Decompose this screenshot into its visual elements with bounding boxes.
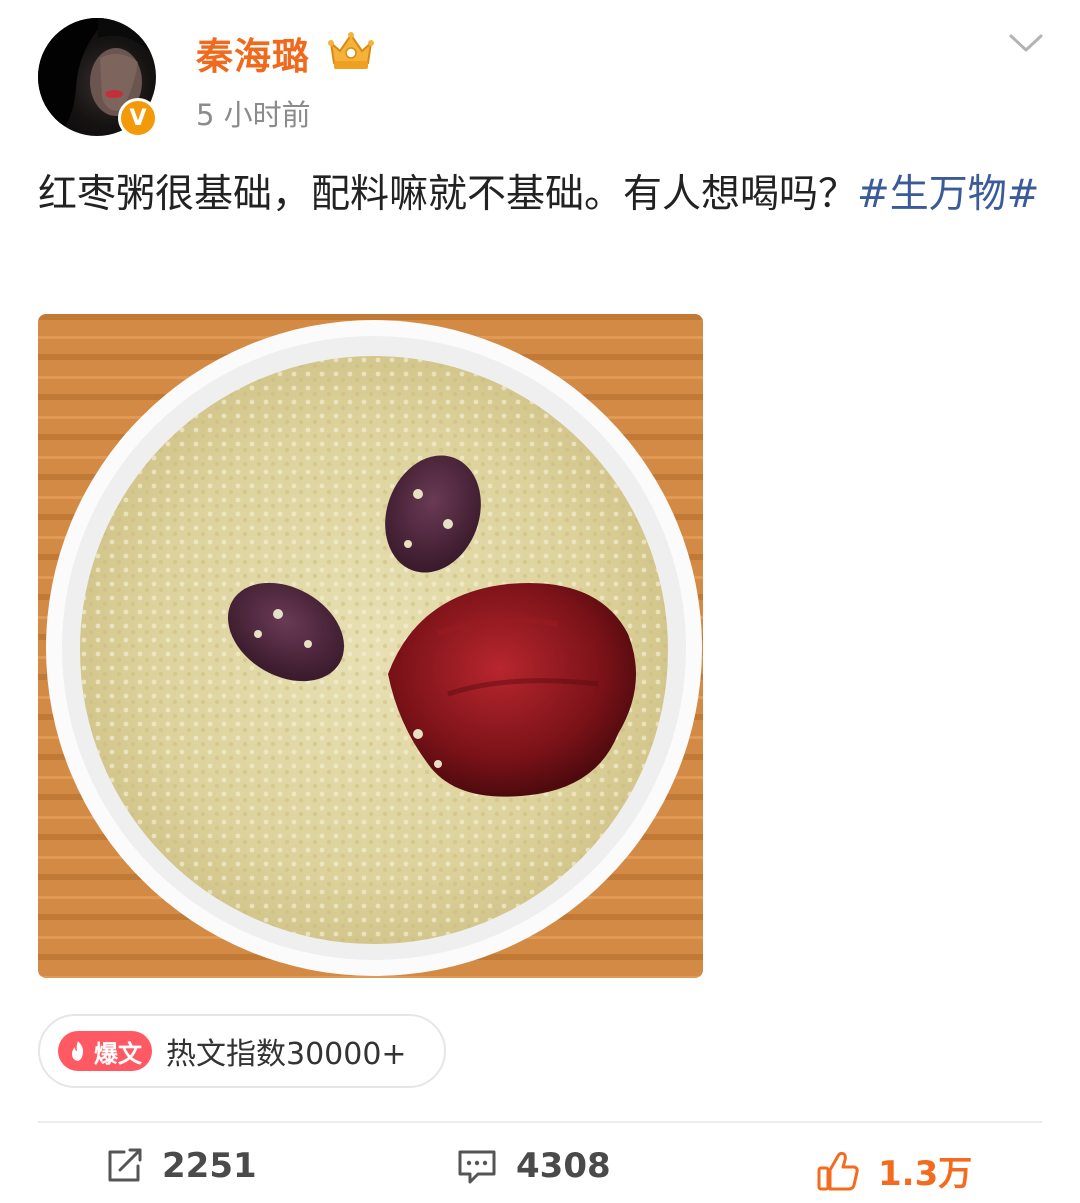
flame-icon bbox=[72, 1041, 84, 1061]
hashtag-link[interactable]: #生万物# bbox=[857, 172, 1039, 217]
chevron-down-icon[interactable] bbox=[1008, 32, 1044, 54]
post-text: 红枣粥很基础，配料嘛就不基础。有人想喝吗？#生万物# bbox=[38, 162, 1042, 228]
crown-member-icon[interactable] bbox=[326, 29, 376, 71]
divider bbox=[38, 1121, 1042, 1123]
like-count: 1.3万 bbox=[878, 1154, 973, 1194]
comment-icon bbox=[458, 1150, 496, 1184]
repost-count: 2251 bbox=[162, 1146, 257, 1186]
repost-icon bbox=[108, 1148, 142, 1182]
hot-badge: 爆文 bbox=[58, 1031, 152, 1071]
comment-count: 4308 bbox=[516, 1146, 611, 1186]
hot-index-text: 热文指数30000+ bbox=[166, 1037, 407, 1072]
hot-article-pill[interactable]: 爆文 热文指数30000+ bbox=[38, 1014, 446, 1088]
username[interactable]: 秦海璐 bbox=[196, 26, 310, 80]
porridge-photo bbox=[38, 314, 703, 978]
thumbs-up-icon bbox=[817, 1151, 859, 1190]
repost-button[interactable]: 2251 bbox=[104, 1146, 257, 1186]
comment-button[interactable]: 4308 bbox=[456, 1146, 611, 1186]
like-button[interactable]: 1.3万 bbox=[816, 1146, 972, 1195]
post-time: 5 小时前 bbox=[196, 98, 311, 132]
hot-badge-label: 爆文 bbox=[94, 1039, 142, 1068]
post-body: 红枣粥很基础，配料嘛就不基础。有人想喝吗？ bbox=[38, 172, 858, 217]
verified-badge-icon: V bbox=[118, 98, 158, 138]
post-image[interactable] bbox=[38, 314, 703, 978]
